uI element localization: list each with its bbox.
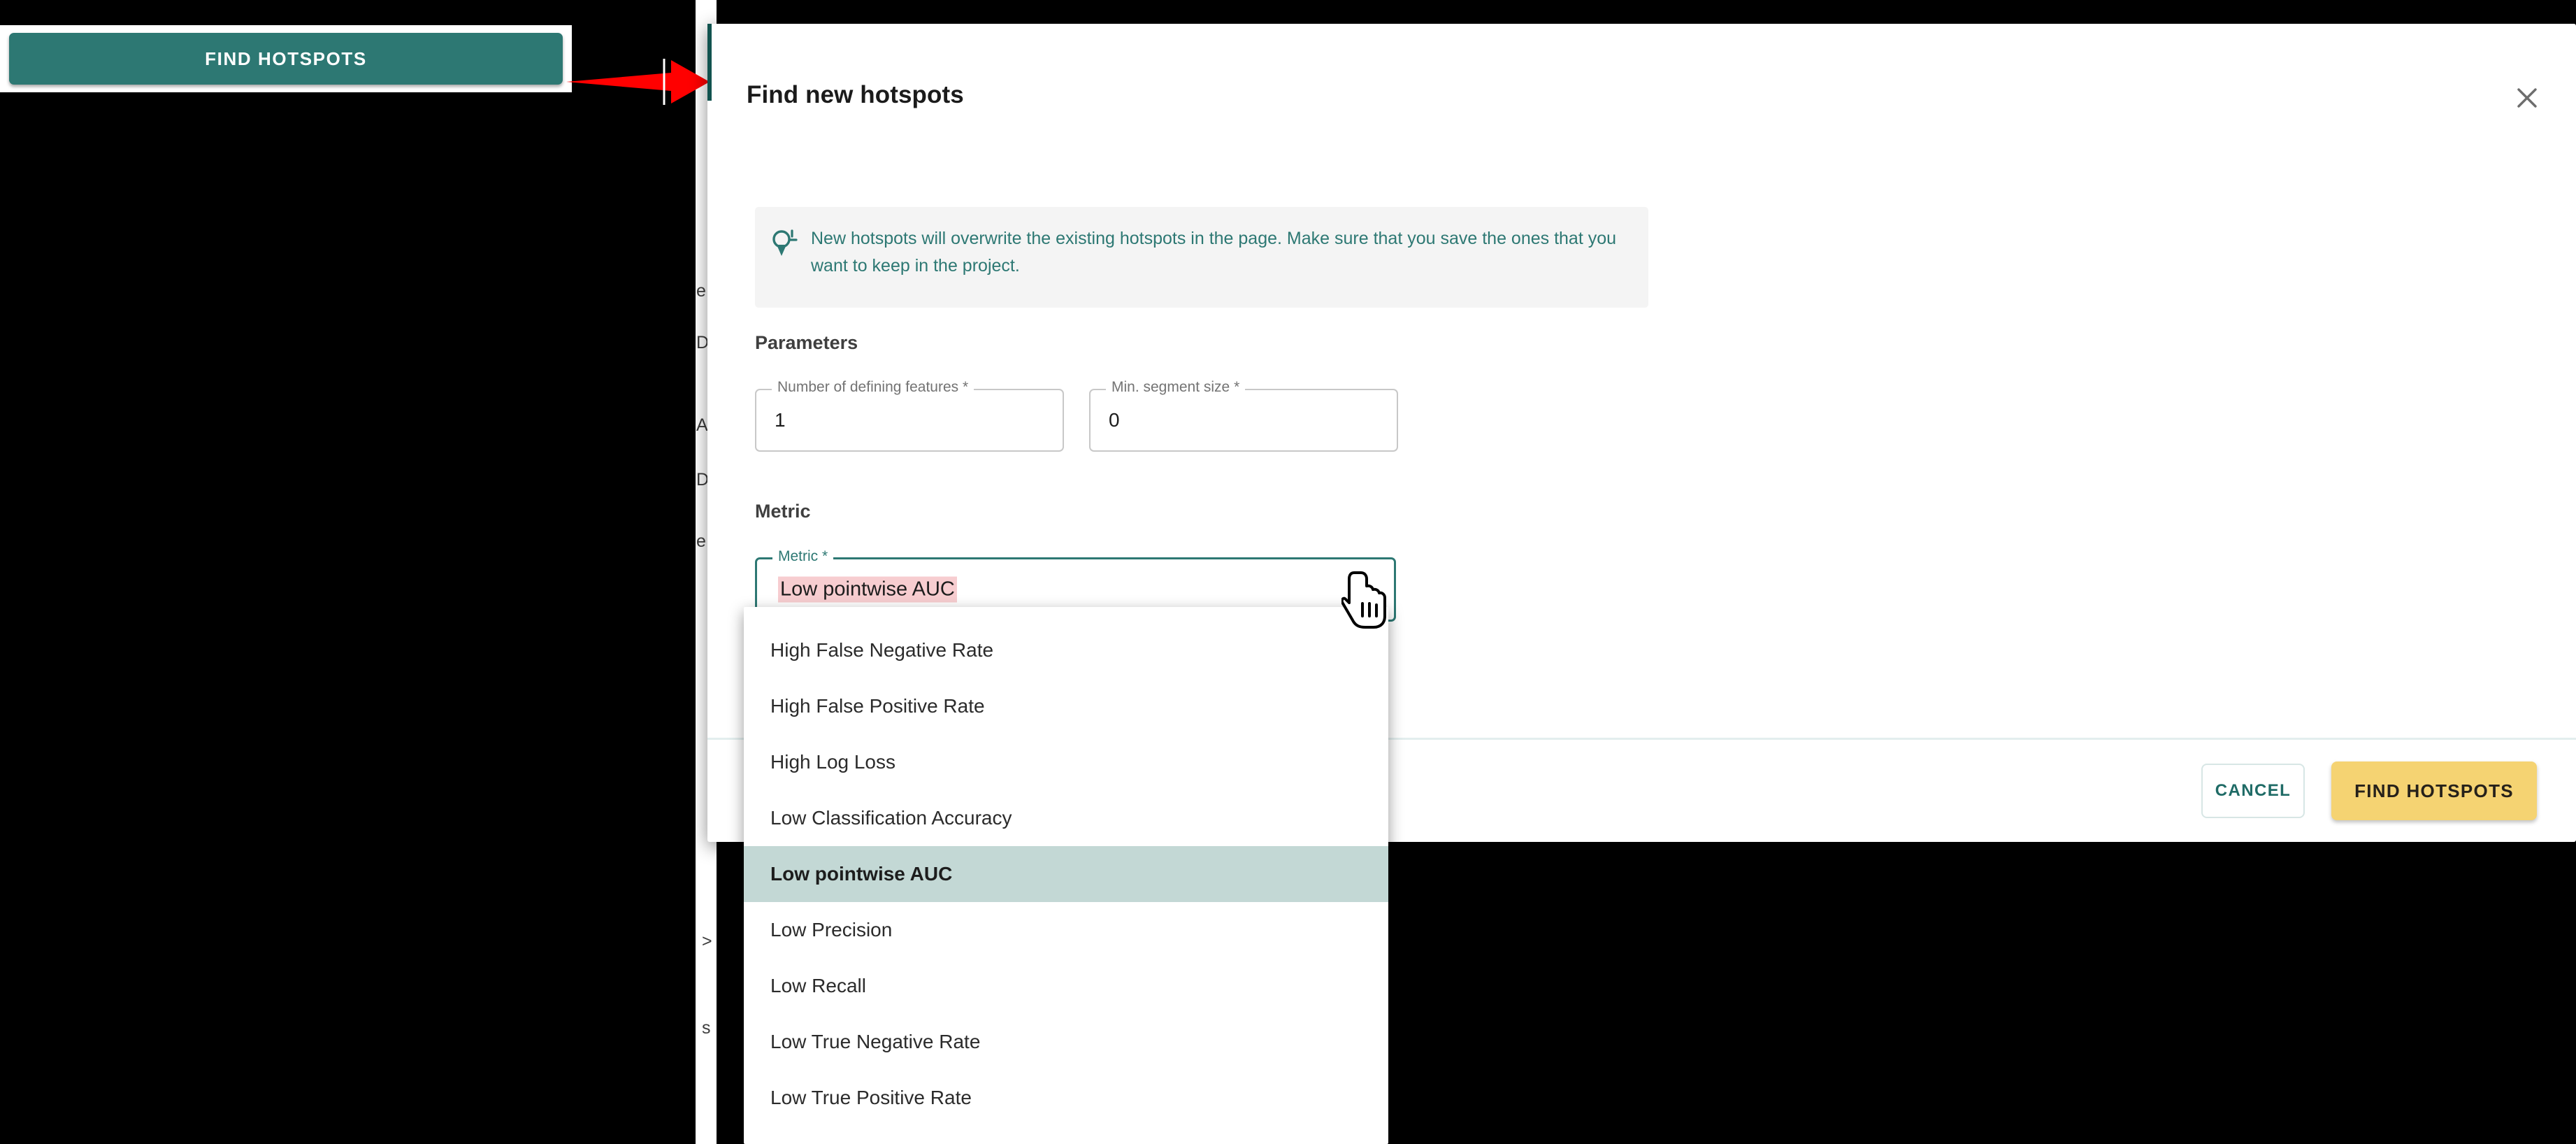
dropdown-option[interactable]: Low True Positive Rate [744,1070,1388,1126]
number-of-defining-features-value: 1 [775,409,786,431]
dropdown-option[interactable]: Low Recall [744,958,1388,1014]
dropdown-option[interactable]: Low Precision [744,902,1388,958]
parameters-section-title: Parameters [755,332,858,353]
metric-select-value: Low pointwise AUC [778,576,957,603]
metric-select-label: Metric * [772,548,834,565]
dropdown-option[interactable]: Low True Negative Rate [744,1014,1388,1070]
caret-up-icon[interactable] [1351,585,1369,594]
number-of-defining-features-field[interactable]: Number of defining features * 1 [755,379,1064,452]
dropdown-option[interactable]: High Log Loss [744,734,1388,790]
screen: e D A D e > s FIND HOTSPOTS Find new hot… [0,0,2576,1144]
metric-dropdown-list[interactable]: High False Negative Rate High False Posi… [744,607,1388,1144]
lightbulb-idea-icon [770,228,805,265]
dropdown-option[interactable]: High False Negative Rate [744,622,1388,678]
number-of-defining-features-label: Number of defining features * [772,379,974,396]
background-text-fragment: > [702,931,712,951]
find-hotspots-callout-label: FIND HOTSPOTS [205,48,367,69]
close-icon[interactable] [2509,80,2545,116]
dialog-title: Find new hotspots [747,81,964,108]
min-segment-size-field[interactable]: Min. segment size * 0 [1089,379,1398,452]
dropdown-option-selected[interactable]: Low pointwise AUC [744,846,1388,902]
info-banner: New hotspots will overwrite the existing… [755,207,1648,308]
dropdown-option[interactable]: Low Classification Accuracy [744,790,1388,846]
callout-highlight-box: FIND HOTSPOTS [0,25,572,92]
background-text-fragment: s [702,1018,711,1038]
info-banner-text: New hotspots will overwrite the existing… [811,229,1617,276]
dropdown-option[interactable]: High False Positive Rate [744,678,1388,734]
background-app-edge-lower [696,841,717,1144]
cancel-button[interactable]: CANCEL [2201,764,2305,818]
find-hotspots-callout-button[interactable]: FIND HOTSPOTS [9,33,563,85]
min-segment-size-value: 0 [1109,409,1120,431]
annotation-arrow-icon [566,59,710,105]
metric-section-title: Metric [755,501,811,522]
find-hotspots-submit-button[interactable]: FIND HOTSPOTS [2331,762,2537,820]
min-segment-size-label: Min. segment size * [1106,379,1246,396]
dialog-accent-bar [707,24,712,101]
